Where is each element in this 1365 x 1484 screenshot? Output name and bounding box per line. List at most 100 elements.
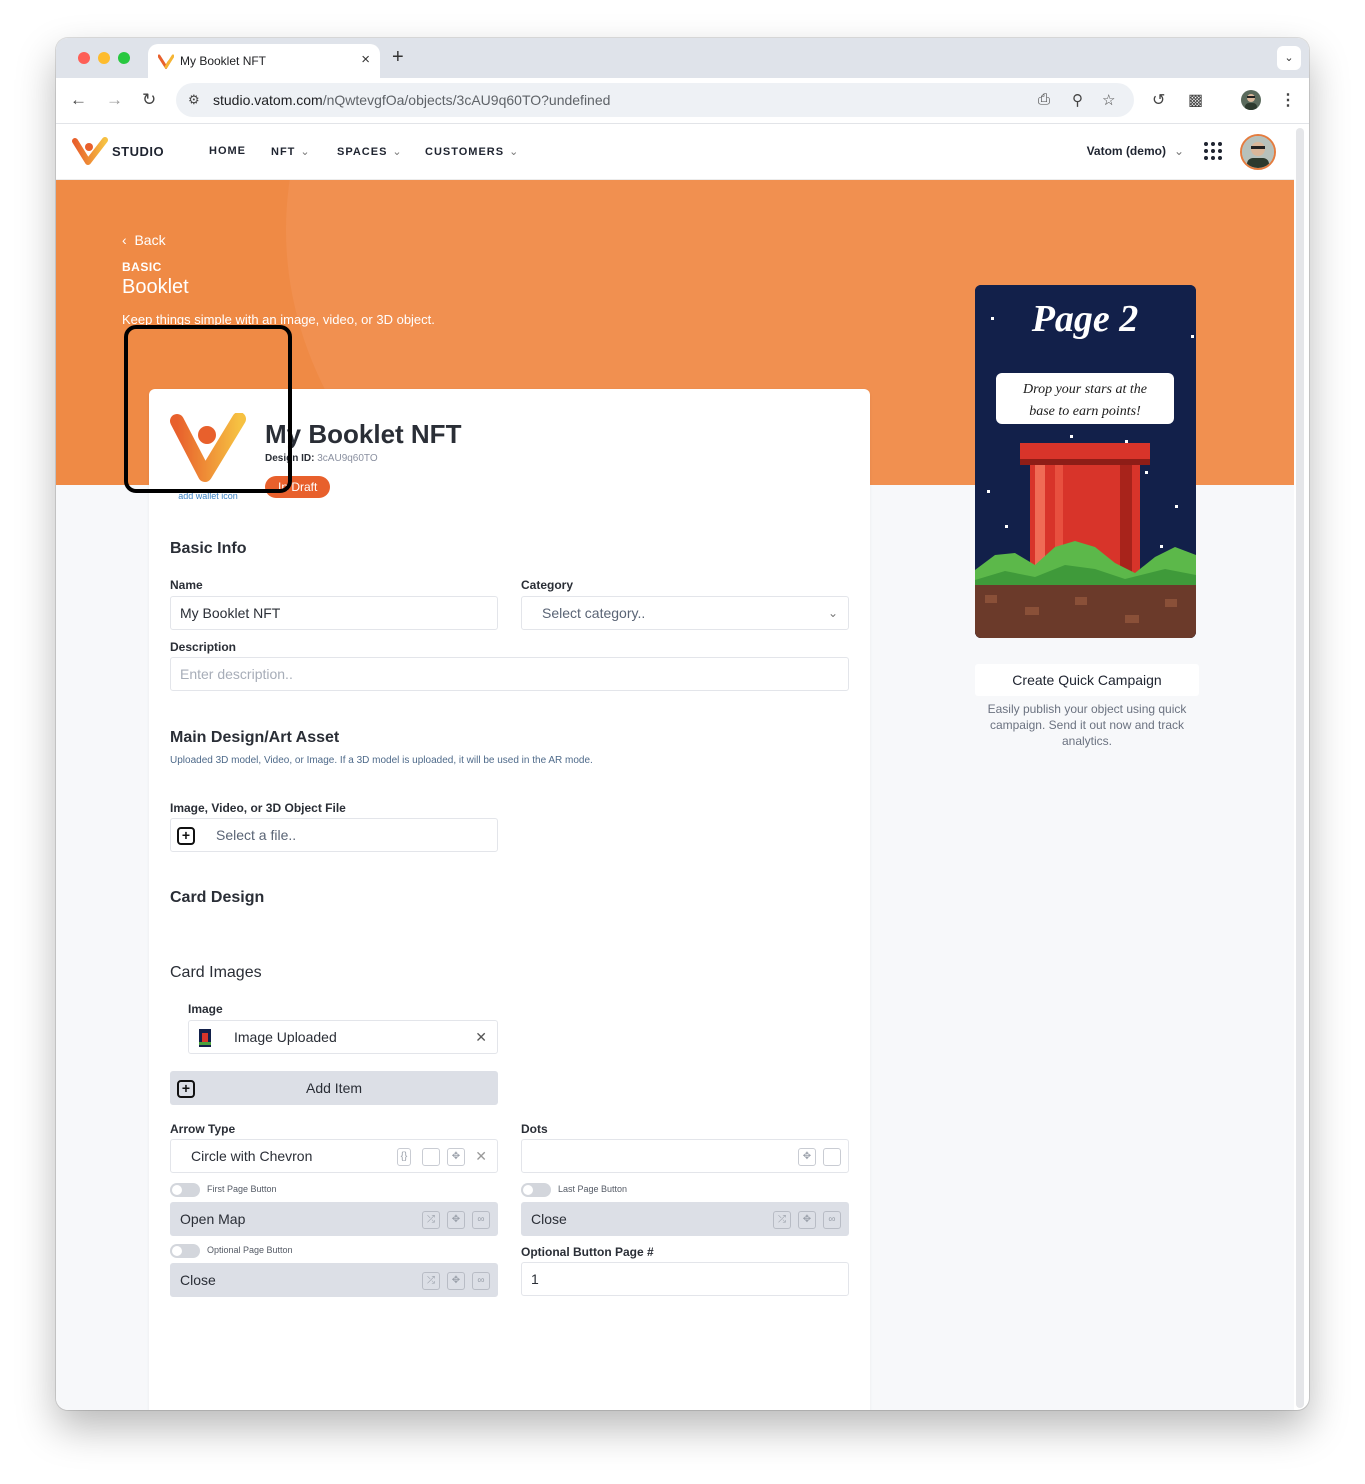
template-title: Booklet [122,276,189,298]
link-icon[interactable]: ∞ [472,1272,490,1290]
optional-page-num-input[interactable]: 1 [521,1262,849,1296]
tab-close-icon[interactable]: × [361,51,370,68]
install-app-icon[interactable]: ⎙ [1038,91,1050,108]
new-tab-button[interactable]: + [392,46,404,69]
history-icon[interactable]: ↺ [1152,90,1165,110]
back-link[interactable]: ‹ Back [122,232,166,248]
add-item-button[interactable]: + Add Item [170,1071,498,1105]
chevron-down-icon: ⌄ [392,146,403,158]
profile-avatar[interactable] [1241,90,1261,110]
description-label: Description [170,640,237,654]
app-navbar: STUDIO HOME NFT ⌄ SPACES ⌄ CUSTOMERS ⌄ Vato… [56,124,1294,180]
address-bar[interactable]: ⚙ studio.vatom.com/nQwtevgfOa/objects/3c… [176,83,1134,117]
link-icon[interactable]: ∞ [472,1211,490,1229]
chevron-left-icon: ‹ [122,232,135,248]
add-file-icon: + [177,827,195,845]
apps-grid-icon[interactable] [1204,142,1222,160]
category-select[interactable]: Select category.. ⌄ [521,596,849,630]
page-scrollbar[interactable] [1296,128,1304,1408]
optional-page-label: Optional Page Button [207,1245,293,1255]
nft-preview-image: Page 2 Drop your stars at the base to ea… [975,285,1196,638]
optional-page-num-label: Optional Button Page # [521,1245,654,1259]
vatom-logo-icon[interactable] [72,136,108,166]
link-icon[interactable]: ∞ [823,1211,841,1229]
pixel-art-preview: Page 2 Drop your stars at the base to ea… [975,285,1196,638]
user-avatar[interactable] [1240,134,1276,170]
studio-logo-text: STUDIO [112,144,165,159]
maximize-window-button[interactable] [118,52,130,64]
move-icon[interactable]: ✥ [447,1211,465,1229]
tab-bar: My Booklet NFT × + ⌄ [56,38,1309,78]
browser-menu-icon[interactable]: ⋮ [1280,90,1296,110]
dots-field[interactable]: ✥ [521,1139,849,1173]
shuffle-icon[interactable]: ⤮ [422,1211,440,1229]
annotation-highlight-box [124,325,292,493]
last-page-button-field[interactable]: Close ⤮ ✥ ∞ [521,1202,849,1236]
shuffle-icon[interactable]: ⤮ [422,1272,440,1290]
tab-search-button[interactable]: ⌄ [1277,46,1301,70]
first-page-label: First Page Button [207,1184,277,1194]
object-title: My Booklet NFT [265,419,462,449]
zoom-icon[interactable]: ⚲ [1072,91,1083,109]
page-viewport: STUDIO HOME NFT ⌄ SPACES ⌄ CUSTOMERS ⌄ Vato… [56,124,1294,1410]
file-picker[interactable]: + Select a file.. [170,818,498,852]
nav-spaces[interactable]: SPACES ⌄ [337,145,403,158]
remove-image-icon[interactable]: ✕ [475,1021,487,1053]
color-swatch[interactable] [422,1148,440,1166]
first-page-button-field[interactable]: Open Map ⤮ ✥ ∞ [170,1202,498,1236]
url-text: studio.vatom.com/nQwtevgfOa/objects/3cAU… [213,92,611,108]
optional-page-toggle[interactable] [170,1244,200,1258]
category-label: Category [521,578,574,592]
image-label: Image [188,1002,223,1016]
create-quick-campaign-button[interactable]: Create Quick Campaign [975,664,1199,696]
main-asset-heading: Main Design/Art Asset [170,729,340,746]
image-thumbnail-icon [199,1029,211,1047]
color-swatch[interactable] [823,1148,841,1166]
nav-home[interactable]: HOME [209,145,246,157]
move-icon[interactable]: ✥ [798,1211,816,1229]
description-input[interactable]: Enter description.. [170,657,849,691]
preview-title: Page 2 [1031,298,1139,340]
org-switcher[interactable]: Vatom (demo) ⌄ [1087,144,1184,158]
plus-icon: + [177,1080,195,1098]
minimize-window-button[interactable] [98,52,110,64]
file-label: Image, Video, or 3D Object File [170,801,346,815]
browser-tab[interactable]: My Booklet NFT × [148,44,380,78]
move-icon[interactable]: ✥ [447,1272,465,1290]
dots-label: Dots [521,1122,548,1136]
nav-nft[interactable]: NFT ⌄ [271,145,311,158]
card-design-heading: Card Design [170,889,265,906]
browser-window: My Booklet NFT × + ⌄ ← → ↻ ⚙ studio.vato… [56,38,1309,1410]
code-icon[interactable]: {} [397,1148,411,1166]
optional-page-button-field[interactable]: Close ⤮ ✥ ∞ [170,1263,498,1297]
object-type-kicker: BASIC [122,260,162,274]
extensions-icon[interactable]: ▩ [1188,90,1203,110]
browser-toolbar: ← → ↻ ⚙ studio.vatom.com/nQwtevgfOa/obje… [56,78,1309,124]
last-page-label: Last Page Button [558,1184,628,1194]
vatom-favicon-icon [158,54,174,69]
nav-customers[interactable]: CUSTOMERS ⌄ [425,145,519,158]
clear-icon[interactable]: ✕ [475,1140,487,1172]
shuffle-icon[interactable]: ⤮ [773,1211,791,1229]
reload-icon[interactable]: ↻ [142,90,156,110]
back-arrow-icon[interactable]: ← [70,90,87,110]
forward-arrow-icon[interactable]: → [106,90,123,110]
image-upload-field[interactable]: Image Uploaded ✕ [188,1020,498,1054]
move-icon[interactable]: ✥ [798,1148,816,1166]
close-window-button[interactable] [78,52,90,64]
chevron-down-icon: ⌄ [1173,144,1184,158]
arrow-type-field[interactable]: Circle with Chevron {} ✥ ✕ [170,1139,498,1173]
site-settings-icon[interactable]: ⚙ [188,92,200,108]
last-page-toggle[interactable] [521,1183,551,1197]
bookmark-star-icon[interactable]: ☆ [1102,91,1115,109]
first-page-toggle[interactable] [170,1183,200,1197]
object-editor-card: add wallet icon My Booklet NFT Design ID… [149,389,870,1410]
move-icon[interactable]: ✥ [447,1148,465,1166]
arrow-type-label: Arrow Type [170,1122,236,1136]
chevron-down-icon: ⌄ [827,606,838,620]
chevron-down-icon: ⌄ [509,146,520,158]
name-input[interactable]: My Booklet NFT [170,596,498,630]
tab-title: My Booklet NFT [180,54,267,68]
quick-campaign-description: Easily publish your object using quick c… [987,702,1187,748]
chevron-down-icon: ⌄ [300,146,311,158]
